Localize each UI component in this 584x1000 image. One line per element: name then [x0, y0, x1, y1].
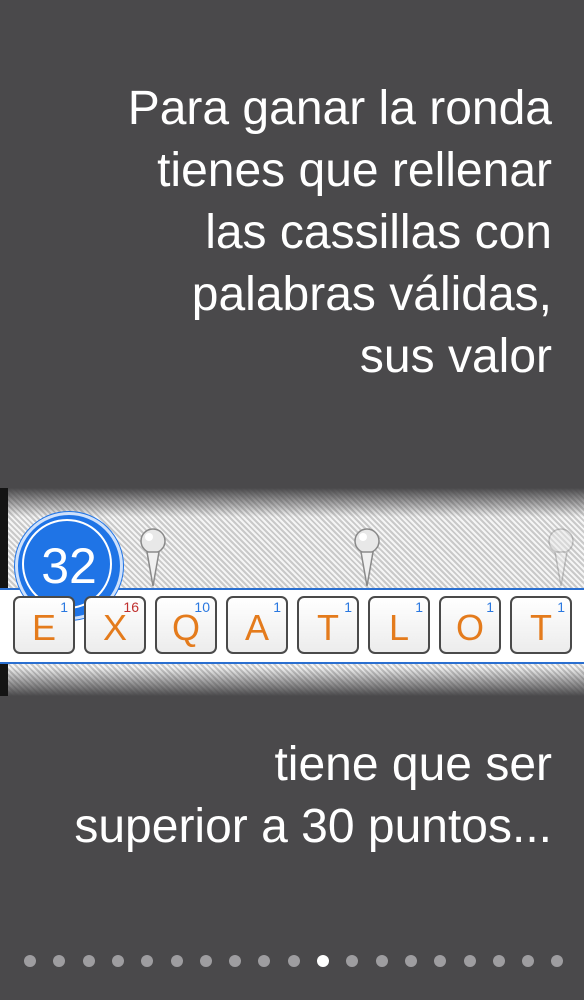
- page-dot[interactable]: [493, 955, 505, 967]
- letter-tile[interactable]: 16 X: [84, 596, 146, 654]
- tile-letter: X: [102, 607, 127, 648]
- page-dot[interactable]: [376, 955, 388, 967]
- outro-line-2: superior a 30 puntos...: [74, 800, 552, 853]
- tile-letter: A: [244, 607, 269, 648]
- tile-letter: T: [530, 607, 552, 648]
- page-dot[interactable]: [83, 955, 95, 967]
- pin-marker-icon: [548, 528, 574, 587]
- letter-tile[interactable]: 1 A: [226, 596, 288, 654]
- intro-line-2: tienes que rellenar: [157, 144, 552, 197]
- letter-tile[interactable]: 1 E: [13, 596, 75, 654]
- page-dot[interactable]: [522, 955, 534, 967]
- intro-line-1: Para ganar la ronda: [127, 82, 552, 135]
- page-dot[interactable]: [112, 955, 124, 967]
- intro-line-5: sus valor: [359, 330, 552, 383]
- tile-letter: L: [388, 607, 410, 648]
- page-dot[interactable]: [288, 955, 300, 967]
- pin-marker-icon: [140, 528, 166, 587]
- outro-line-1: tiene que ser: [274, 738, 552, 791]
- page-dot[interactable]: [346, 955, 358, 967]
- page-dot[interactable]: [53, 955, 65, 967]
- page-dot[interactable]: [464, 955, 476, 967]
- page-dot[interactable]: [551, 955, 563, 967]
- letter-tile[interactable]: 1 T: [510, 596, 572, 654]
- page-dot[interactable]: [434, 955, 446, 967]
- page-dot-active[interactable]: [317, 955, 329, 967]
- letter-tile[interactable]: 10 Q: [155, 596, 217, 654]
- page-dot[interactable]: [405, 955, 417, 967]
- letter-tile[interactable]: 1 T: [297, 596, 359, 654]
- page-indicator[interactable]: [0, 953, 584, 969]
- outro-text: tiene que ser superior a 30 puntos...: [0, 734, 552, 858]
- page-dot[interactable]: [141, 955, 153, 967]
- tile-letter: O: [455, 607, 484, 648]
- tile-letter: Q: [171, 607, 200, 648]
- intro-line-4: palabras válidas,: [191, 268, 552, 321]
- tile-letter: T: [317, 607, 339, 648]
- page-dot[interactable]: [24, 955, 36, 967]
- page-dot[interactable]: [171, 955, 183, 967]
- intro-text: Para ganar la ronda tienes que rellenar …: [0, 78, 552, 388]
- letter-tile[interactable]: 1 L: [368, 596, 430, 654]
- tile-letter: E: [31, 607, 56, 648]
- page-dot[interactable]: [258, 955, 270, 967]
- page-dot[interactable]: [200, 955, 212, 967]
- game-board-preview: 32 1 E 16 X 10 Q 1 A 1 T 1 L 1 O 1 T: [0, 488, 584, 696]
- letter-tile[interactable]: 1 O: [439, 596, 501, 654]
- intro-line-3: las cassillas con: [205, 206, 552, 259]
- pin-marker-icon: [354, 528, 380, 587]
- page-dot[interactable]: [229, 955, 241, 967]
